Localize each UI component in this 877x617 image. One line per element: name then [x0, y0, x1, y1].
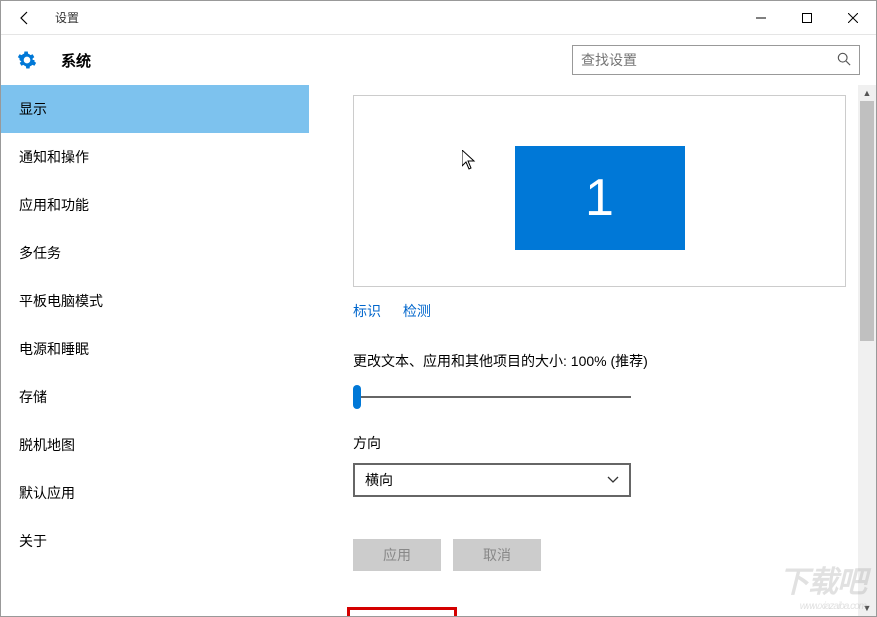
- orientation-value: 横向: [365, 470, 393, 490]
- scrollbar[interactable]: ▲ ▼: [858, 85, 876, 616]
- slider-track: [353, 396, 631, 398]
- button-row: 应用 取消: [353, 539, 846, 571]
- advanced-link-highlight: 高级显示设置: [347, 607, 457, 616]
- cursor-icon: [462, 150, 476, 170]
- search-box[interactable]: [572, 45, 860, 75]
- window-controls: [738, 1, 876, 34]
- search-icon[interactable]: [837, 52, 851, 69]
- titlebar: 设置: [1, 1, 876, 35]
- sidebar-item-label: 默认应用: [19, 483, 75, 503]
- sidebar-item-label: 存储: [19, 387, 47, 407]
- scroll-up-arrow[interactable]: ▲: [858, 85, 876, 101]
- scale-label: 更改文本、应用和其他项目的大小: 100% (推荐): [353, 351, 846, 371]
- sidebar-item-default-apps[interactable]: 默认应用: [1, 469, 309, 517]
- apply-button[interactable]: 应用: [353, 539, 441, 571]
- identify-link[interactable]: 标识: [353, 303, 381, 319]
- sidebar: 显示 通知和操作 应用和功能 多任务 平板电脑模式 电源和睡眠 存储 脱机地图 …: [1, 85, 309, 616]
- monitor-block[interactable]: 1: [515, 146, 685, 250]
- sidebar-item-label: 平板电脑模式: [19, 291, 103, 311]
- scrollbar-thumb[interactable]: [860, 101, 874, 341]
- gear-icon[interactable]: [17, 50, 37, 70]
- sidebar-item-label: 通知和操作: [19, 147, 89, 167]
- close-button[interactable]: [830, 1, 876, 34]
- sidebar-item-label: 脱机地图: [19, 435, 75, 455]
- sidebar-item-display[interactable]: 显示: [1, 85, 309, 133]
- maximize-button[interactable]: [784, 1, 830, 34]
- sidebar-item-label: 关于: [19, 531, 47, 551]
- scroll-down-arrow[interactable]: ▼: [858, 600, 876, 616]
- sidebar-item-about[interactable]: 关于: [1, 517, 309, 565]
- back-button[interactable]: [1, 1, 49, 34]
- search-input[interactable]: [581, 52, 837, 68]
- slider-thumb[interactable]: [353, 385, 361, 409]
- cancel-button[interactable]: 取消: [453, 539, 541, 571]
- detect-link[interactable]: 检测: [403, 303, 431, 319]
- orientation-label: 方向: [353, 433, 846, 453]
- sidebar-item-apps[interactable]: 应用和功能: [1, 181, 309, 229]
- monitor-number: 1: [585, 168, 614, 228]
- monitor-preview[interactable]: 1: [353, 95, 846, 287]
- sidebar-item-label: 显示: [19, 99, 47, 119]
- page-title: 系统: [61, 50, 91, 71]
- sidebar-item-offline-maps[interactable]: 脱机地图: [1, 421, 309, 469]
- chevron-down-icon: [607, 473, 619, 487]
- sidebar-item-label: 多任务: [19, 243, 61, 263]
- scale-slider[interactable]: [353, 385, 631, 409]
- window-title: 设置: [49, 9, 738, 26]
- header: 系统: [1, 35, 876, 85]
- sidebar-item-multitasking[interactable]: 多任务: [1, 229, 309, 277]
- sidebar-item-power[interactable]: 电源和睡眠: [1, 325, 309, 373]
- minimize-button[interactable]: [738, 1, 784, 34]
- content: 1 标识 检测 更改文本、应用和其他项目的大小: 100% (推荐) 方向 横向: [309, 85, 876, 616]
- sidebar-item-notifications[interactable]: 通知和操作: [1, 133, 309, 181]
- sidebar-item-storage[interactable]: 存储: [1, 373, 309, 421]
- sidebar-item-label: 应用和功能: [19, 195, 89, 215]
- display-links: 标识 检测: [353, 301, 846, 321]
- sidebar-item-tablet[interactable]: 平板电脑模式: [1, 277, 309, 325]
- sidebar-item-label: 电源和睡眠: [19, 339, 89, 359]
- orientation-select[interactable]: 横向: [353, 463, 631, 497]
